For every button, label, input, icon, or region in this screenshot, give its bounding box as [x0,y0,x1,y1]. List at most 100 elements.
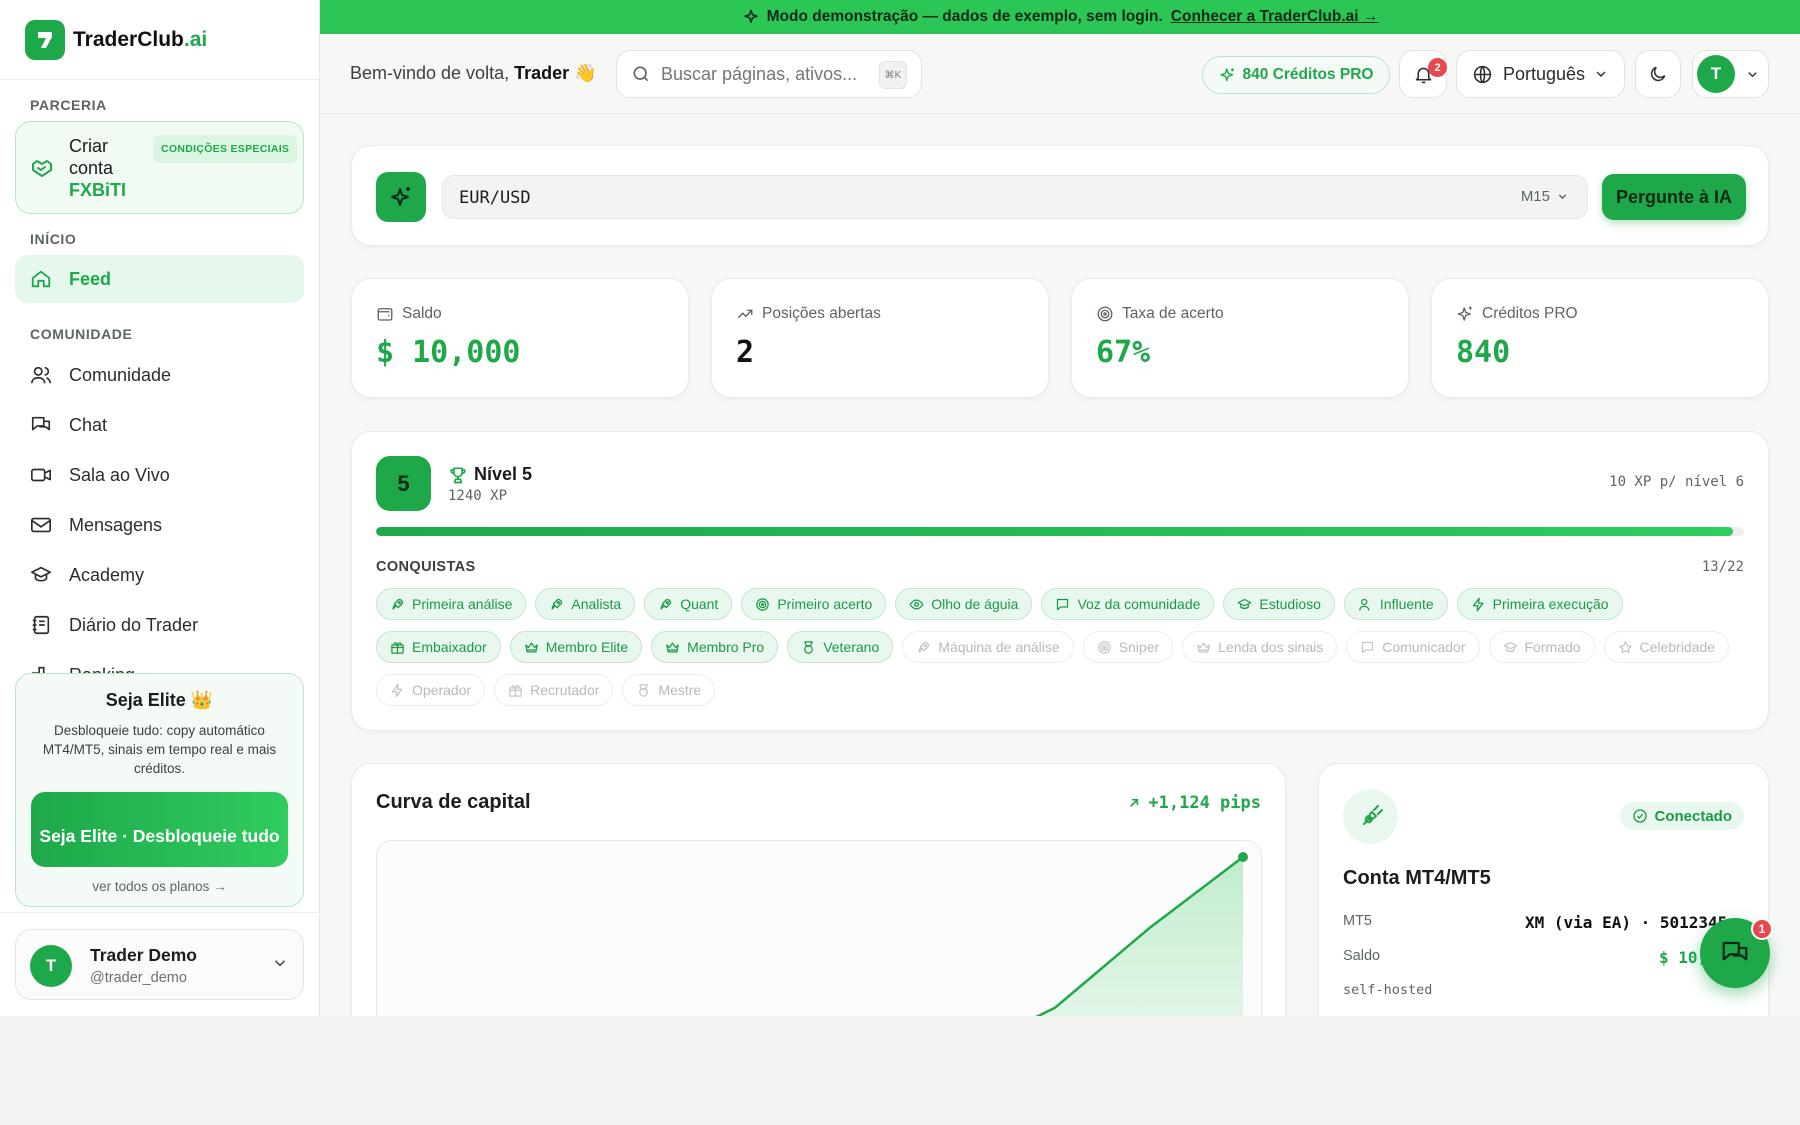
achievement-chip[interactable]: Máquina de análise [902,631,1074,663]
user-menu[interactable]: T Trader Demo @trader_demo [15,929,304,1000]
chat-fab-button[interactable]: 1 [1700,918,1773,988]
check-circle-icon [1632,808,1648,824]
hosting-type: self-hosted [1343,982,1433,998]
achievement-chip[interactable]: Recrutador [494,674,614,706]
achievement-chip[interactable]: Primeira análise [376,588,527,620]
demo-banner: Modo demonstração — dados de exemplo, se… [320,0,1800,34]
sidebar-item-comunidade[interactable]: Comunidade [15,351,304,399]
xp-to-next-level: 10 XP p/ nível 6 [1609,474,1744,490]
mt-platform-value: XM (via EA) · 5012345 [1525,913,1728,932]
equity-last-point[interactable] [1238,852,1248,862]
partner-card-fxbiti[interactable]: Criar conta FXBiTI CONDIÇÕES ESPECIAIS [15,121,304,214]
profile-menu[interactable]: T [1692,50,1769,98]
achievement-chip[interactable]: Analista [535,588,636,620]
sidebar: TraderClub.ai PARCERIA Criar conta FXBiT… [0,0,320,1016]
equity-curve-title: Curva de capital [376,791,531,813]
stat-card-pro-credits: Créditos PRO 840 [1431,278,1769,398]
sparkle-icon [1456,305,1474,323]
gift-icon [508,683,523,698]
achievement-chip[interactable]: Formado [1488,631,1595,663]
achievement-chip[interactable]: Quant [644,588,733,620]
search-icon [631,64,651,84]
see-all-plans-link[interactable]: ver todos os planos → [16,879,303,894]
stat-card-win-rate: Taxa de acerto 67% [1071,278,1409,398]
stat-value: 840 [1456,335,1511,370]
achievement-chip[interactable]: Mestre [622,674,716,706]
top-header: Bem-vindo de volta, Trader 👋 ⌘K 840 Créd… [320,34,1800,114]
search-box[interactable]: ⌘K [616,50,922,98]
level-xp: 1240 XP [448,488,508,504]
home-icon [29,267,53,291]
handshake-icon [30,156,54,185]
notifications-button[interactable]: 2 [1399,50,1447,98]
ask-ai-panel: EUR/USD M15 Pergunte à IA [351,145,1769,246]
ask-ai-button[interactable]: Pergunte à IA [1602,174,1746,220]
achievement-chip[interactable]: Celebridade [1603,631,1730,663]
achievement-chip[interactable]: Estudioso [1223,588,1335,620]
chevron-down-icon [1745,67,1760,82]
achievement-chip[interactable]: Influente [1343,588,1448,620]
medal-icon [636,683,651,698]
achievement-chip[interactable]: Sniper [1082,631,1174,663]
stat-value: 67% [1096,335,1151,370]
sidebar-item-academy[interactable]: Academy [15,551,304,599]
learn-more-link[interactable]: Conhecer a TraderClub.ai → [1171,8,1379,26]
equity-chart [376,840,1262,1016]
achievement-chip[interactable]: Olho de águia [895,588,1033,620]
credits-pro-button[interactable]: 840 Créditos PRO [1202,56,1390,94]
eye-icon [909,597,924,612]
user-name: Trader Demo [90,945,197,965]
graduation-icon [29,563,53,587]
achievement-chip[interactable]: Membro Pro [651,631,779,663]
achievement-chip[interactable]: Veterano [787,631,894,663]
level-badge: 5 [376,456,431,511]
achievement-chip[interactable]: Embaixador [376,631,501,663]
equity-chart-svg [1035,852,1248,1016]
elite-title: Seja Elite 👑 [105,690,214,710]
chat-unread-badge: 1 [1751,918,1773,940]
chat-icon [1360,640,1375,655]
stat-card-balance: Saldo $ 10,000 [351,278,689,398]
achievement-chip[interactable]: Voz da comunidade [1041,588,1215,620]
mt-platform-row: MT5 XM (via EA) · 5012345 [1343,913,1728,932]
symbol-input[interactable]: EUR/USD M15 [442,175,1588,219]
star-icon [1618,640,1633,655]
globe-icon [1472,64,1493,85]
sidebar-item-sala-ao-vivo[interactable]: Sala ao Vivo [15,451,304,499]
section-label-community: COMUNIDADE [30,326,133,342]
theme-toggle[interactable] [1635,50,1681,98]
notification-count-badge: 2 [1428,58,1447,77]
achievement-chip[interactable]: Primeiro acerto [741,588,887,620]
sidebar-item-chat[interactable]: Chat [15,401,304,449]
demo-banner-text: Modo demonstração — dados de exemplo, se… [766,8,1163,25]
welcome-message: Bem-vindo de volta, Trader 👋 [350,63,597,83]
achievement-chip[interactable]: Membro Elite [509,631,643,663]
achievements-label: CONQUISTAS [376,559,476,575]
sidebar-item-mensagens[interactable]: Mensagens [15,501,304,549]
section-label-start: INÍCIO [30,231,77,247]
achievement-chip[interactable]: Operador [376,674,486,706]
language-select[interactable]: Português [1456,50,1625,98]
rocket-icon [658,597,673,612]
equity-curve-card: Curva de capital +1,124 pips [351,763,1286,1016]
bolt-icon [390,683,405,698]
timeframe-select[interactable]: M15 [1521,188,1569,205]
sidebar-item-feed[interactable]: Feed [15,255,304,303]
xp-progress-bar [376,527,1744,536]
chevron-down-icon [1558,194,1567,200]
achievement-chip[interactable]: Lenda dos sinais [1182,631,1338,663]
sidebar-item-diario-do-trader[interactable]: Diário do Trader [15,601,304,649]
achievement-chip[interactable]: Primeira execução [1456,588,1623,620]
notebook-icon [29,613,53,637]
sidebar-divider [0,912,320,913]
crown-icon [524,640,539,655]
user-handle: @trader_demo [90,970,187,986]
mt-account-card: Conectado Conta MT4/MT5 MT5 XM (via EA) ·… [1318,763,1769,1016]
search-input[interactable] [661,63,861,85]
achievement-chip[interactable]: Comunicador [1346,631,1480,663]
logo[interactable]: TraderClub.ai [0,0,319,80]
crown-icon [1196,640,1211,655]
stat-card-open-positions: Posições abertas 2 [711,278,1049,398]
pips-total: +1,124 pips [1126,793,1261,813]
elite-unlock-button[interactable]: Seja Elite · Desbloqueie tudo [31,792,288,867]
